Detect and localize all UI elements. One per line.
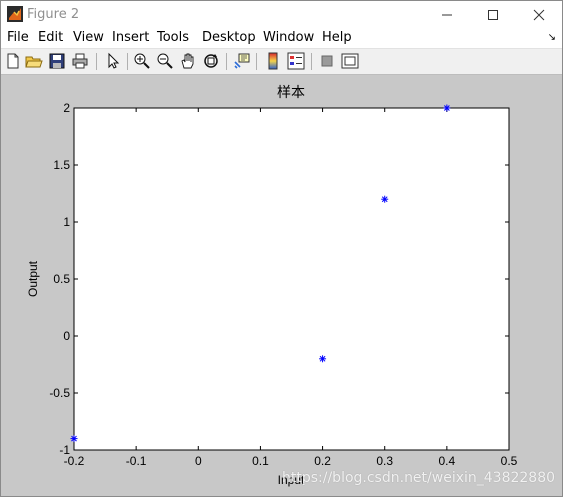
zoom-in-icon[interactable] bbox=[133, 52, 151, 70]
zoom-out-icon[interactable] bbox=[156, 52, 174, 70]
toolbar-separator bbox=[96, 53, 97, 70]
x-tick-label: 0.2 bbox=[314, 454, 331, 468]
window-title: Figure 2 bbox=[27, 7, 80, 22]
save-icon[interactable] bbox=[48, 52, 66, 70]
print-icon[interactable] bbox=[71, 52, 89, 70]
title-bar[interactable]: Figure 2 bbox=[1, 1, 562, 28]
x-tick-label: 0 bbox=[195, 454, 202, 468]
close-button[interactable] bbox=[516, 1, 562, 28]
figure-window: Figure 2 File Edit View Insert Tools Des… bbox=[0, 0, 563, 497]
menu-edit[interactable]: Edit bbox=[38, 30, 63, 45]
scatter-plot[interactable]: -0.2 -0.1 0 0.1 0.2 0.3 0.4 0.5-1-0.500.511.52 … bbox=[1, 75, 562, 496]
y-tick-label: 1.5 bbox=[53, 158, 70, 172]
toolbar-separator bbox=[311, 53, 312, 70]
y-tick-label: 1 bbox=[63, 215, 70, 229]
legend-icon[interactable] bbox=[287, 52, 305, 70]
x-tick-label: 0.1 bbox=[252, 454, 269, 468]
axes-background bbox=[74, 108, 509, 450]
data-point bbox=[443, 104, 451, 112]
data-point bbox=[70, 435, 78, 443]
y-axis-label: Output bbox=[26, 260, 40, 297]
show-plot-tools-icon[interactable] bbox=[341, 52, 359, 70]
x-tick-label: 0.4 bbox=[439, 454, 456, 468]
new-figure-icon[interactable] bbox=[4, 52, 22, 70]
menu-dock-arrow-icon[interactable]: ↘ bbox=[548, 32, 556, 43]
data-point bbox=[381, 195, 389, 203]
y-tick-label: 2 bbox=[63, 101, 70, 115]
menu-tools[interactable]: Tools bbox=[157, 30, 189, 45]
figure-toolbar bbox=[1, 49, 562, 75]
menu-file[interactable]: File bbox=[7, 30, 29, 45]
y-tick-label: -0.5 bbox=[49, 386, 70, 400]
minimize-icon bbox=[442, 14, 452, 16]
figure-canvas: -0.2 -0.1 0 0.1 0.2 0.3 0.4 0.5 -1 -0.5 0 0.5 1 1.5 2 … bbox=[1, 75, 562, 496]
menu-desktop[interactable]: Desktop bbox=[202, 30, 256, 45]
data-cursor-icon[interactable] bbox=[233, 52, 251, 70]
minimize-button[interactable] bbox=[424, 1, 470, 28]
matlab-logo-icon bbox=[7, 6, 23, 22]
menu-insert[interactable]: Insert bbox=[112, 30, 149, 45]
menu-help[interactable]: Help bbox=[322, 30, 352, 45]
y-tick-label: -1 bbox=[59, 443, 70, 457]
rotate-3d-icon[interactable] bbox=[202, 52, 220, 70]
close-icon bbox=[533, 9, 545, 21]
x-tick-label: 0.3 bbox=[376, 454, 393, 468]
data-point bbox=[319, 355, 327, 363]
maximize-button[interactable] bbox=[470, 1, 516, 28]
menu-window[interactable]: Window bbox=[263, 30, 314, 45]
hide-plot-tools-icon[interactable] bbox=[318, 52, 336, 70]
x-tick-label: -0.1 bbox=[126, 454, 147, 468]
toolbar-separator bbox=[226, 53, 227, 70]
colorbar-icon[interactable] bbox=[264, 52, 282, 70]
y-tick-label: 0.5 bbox=[53, 272, 70, 286]
toolbar-separator bbox=[127, 53, 128, 70]
watermark: https://blog.csdn.net/weixin_43822880 bbox=[282, 470, 556, 486]
chart-title: 样本 bbox=[277, 84, 305, 100]
menu-view[interactable]: View bbox=[73, 30, 104, 45]
toolbar-separator bbox=[256, 53, 257, 70]
maximize-icon bbox=[488, 10, 498, 20]
y-tick-label: 0 bbox=[63, 329, 70, 343]
open-file-icon[interactable] bbox=[25, 52, 43, 70]
select-arrow-icon[interactable] bbox=[104, 52, 122, 70]
menu-bar: File Edit View Insert Tools Desktop Wind… bbox=[1, 28, 562, 49]
x-tick-label: 0.5 bbox=[501, 454, 518, 468]
pan-hand-icon[interactable] bbox=[179, 52, 197, 70]
